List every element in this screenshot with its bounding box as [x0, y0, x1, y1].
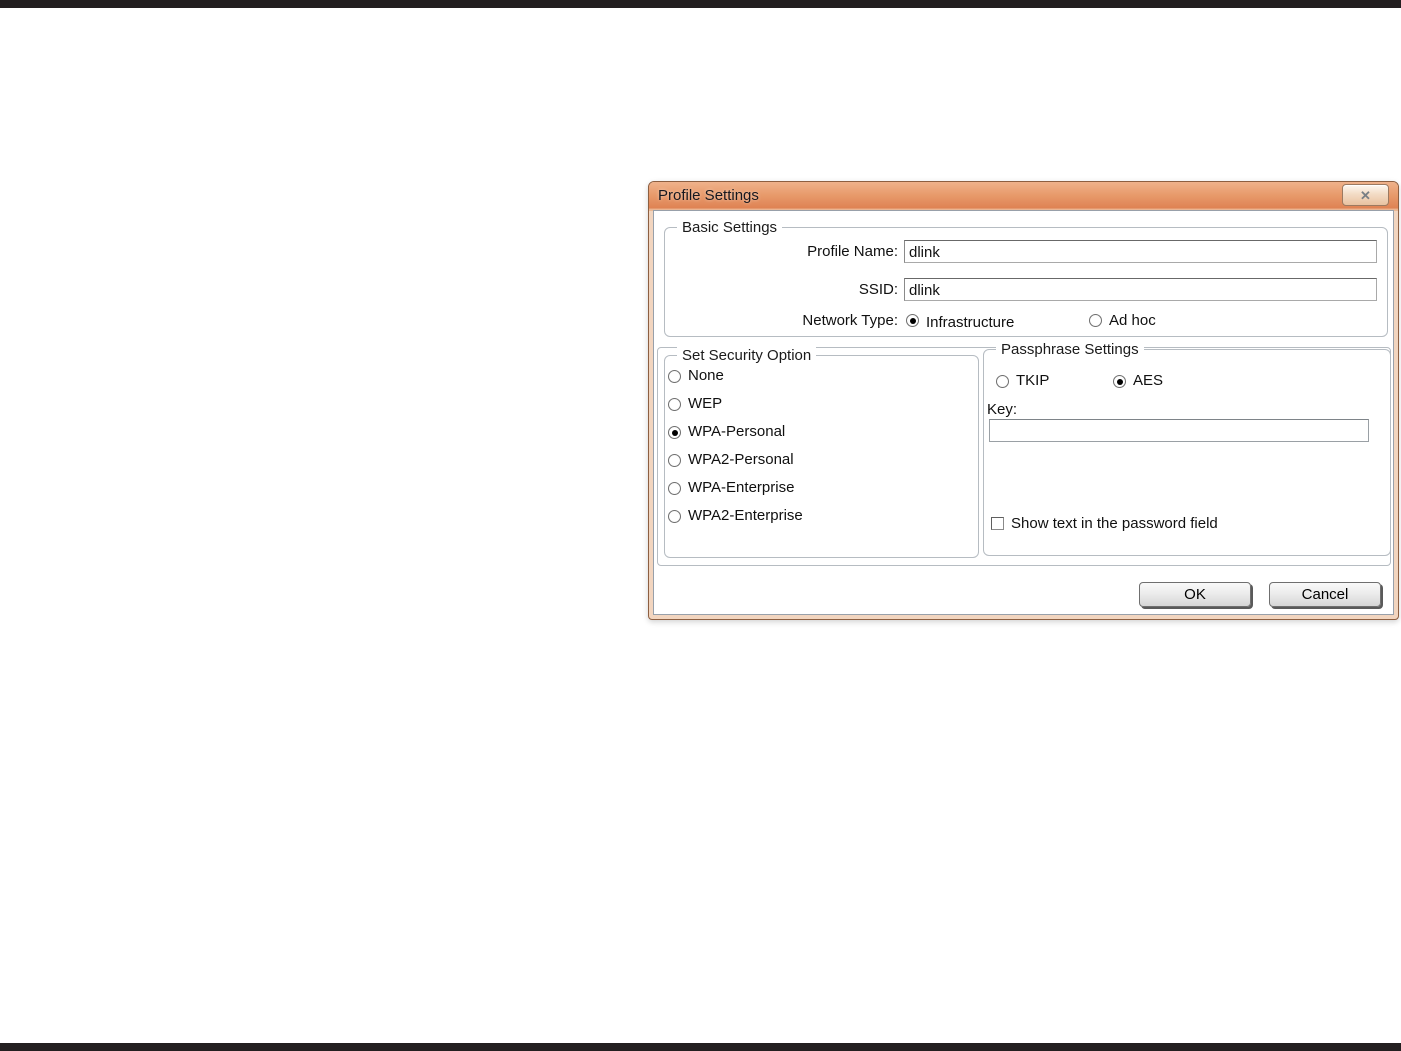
profile-settings-dialog: Profile Settings ✕ Basic Settings Profil… [648, 181, 1399, 620]
basic-settings-legend: Basic Settings [677, 219, 783, 236]
network-type-radio-infrastructure[interactable] [906, 314, 919, 327]
ssid-label: SSID: [858, 281, 898, 298]
security-radio-wep[interactable] [668, 398, 681, 411]
security-radio-wpa-personal-label[interactable]: WPA-Personal [688, 423, 785, 441]
cipher-radio-tkip-label[interactable]: TKIP [1016, 372, 1049, 390]
security-radio-wpa-personal[interactable] [668, 426, 681, 439]
network-type-label: Network Type: [802, 312, 898, 329]
security-radio-none[interactable] [668, 370, 681, 383]
security-radio-wpa2-personal[interactable] [668, 454, 681, 467]
passphrase-settings-legend: Passphrase Settings [996, 341, 1144, 358]
ssid-input[interactable] [904, 278, 1377, 301]
security-radio-wpa2-personal-label[interactable]: WPA2-Personal [688, 451, 794, 469]
show-text-checkbox[interactable] [991, 517, 1004, 530]
profile-name-input[interactable] [904, 240, 1377, 263]
network-type-radio-adhoc[interactable] [1089, 314, 1102, 327]
security-radio-wpa-enterprise[interactable] [668, 482, 681, 495]
cipher-radio-aes-label[interactable]: AES [1133, 372, 1163, 390]
network-type-radio-adhoc-label[interactable]: Ad hoc [1109, 312, 1156, 330]
profile-name-label: Profile Name: [807, 243, 898, 260]
show-text-checkbox-label[interactable]: Show text in the password field [1011, 515, 1218, 533]
dialog-title: Profile Settings [658, 187, 759, 204]
key-label: Key: [987, 401, 1018, 418]
security-radio-wep-label[interactable]: WEP [688, 395, 722, 413]
page-top-rule [0, 0, 1401, 8]
security-radio-wpa-enterprise-label[interactable]: WPA-Enterprise [688, 479, 794, 497]
security-radio-wpa2-enterprise[interactable] [668, 510, 681, 523]
security-radio-none-label[interactable]: None [688, 367, 724, 385]
network-type-radio-infrastructure-label[interactable]: Infrastructure [926, 314, 1014, 332]
dialog-titlebar[interactable]: Profile Settings ✕ [649, 182, 1398, 211]
close-icon: ✕ [1360, 187, 1371, 203]
close-button[interactable]: ✕ [1342, 184, 1389, 206]
ok-button[interactable]: OK [1139, 582, 1251, 607]
dialog-client-area: Basic Settings Profile Name: SSID: Netwo… [653, 210, 1394, 615]
cancel-button[interactable]: Cancel [1269, 582, 1381, 607]
key-input[interactable] [989, 419, 1369, 442]
set-security-option-legend: Set Security Option [677, 347, 817, 364]
security-radio-wpa2-enterprise-label[interactable]: WPA2-Enterprise [688, 507, 803, 525]
page-bottom-rule [0, 1043, 1401, 1051]
cipher-radio-aes[interactable] [1113, 375, 1126, 388]
cipher-radio-tkip[interactable] [996, 375, 1009, 388]
